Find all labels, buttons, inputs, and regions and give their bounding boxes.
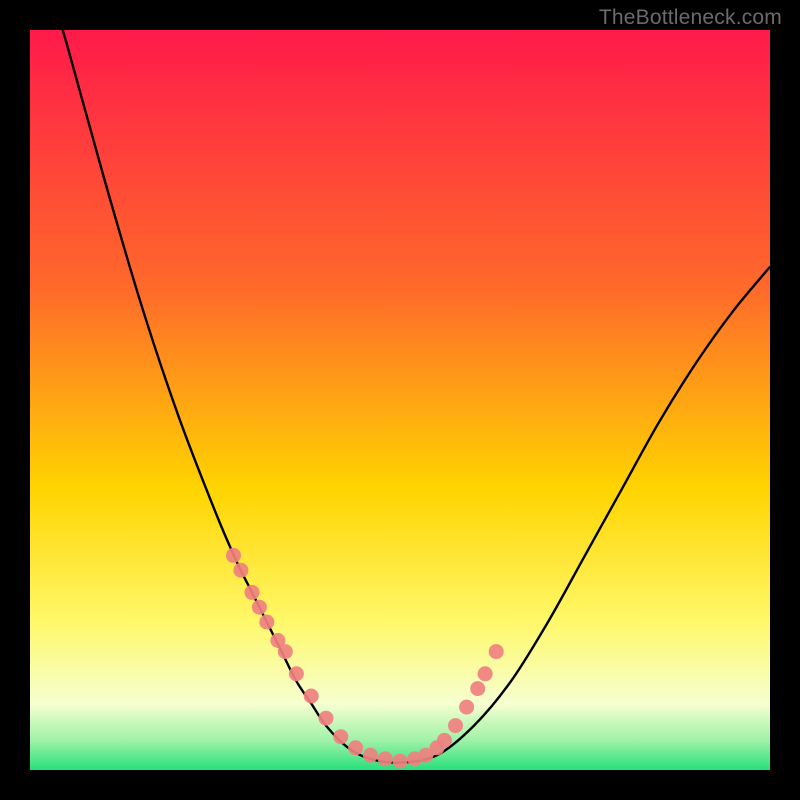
highlight-dot bbox=[259, 615, 274, 630]
highlight-dot bbox=[319, 711, 334, 726]
watermark-text: TheBottleneck.com bbox=[599, 6, 782, 30]
highlight-dot bbox=[448, 718, 463, 733]
highlight-dot bbox=[437, 733, 452, 748]
highlight-dot bbox=[393, 754, 408, 769]
highlight-dot bbox=[459, 700, 474, 715]
highlight-dot bbox=[348, 740, 363, 755]
highlight-dot bbox=[378, 751, 393, 766]
highlight-dot bbox=[489, 644, 504, 659]
highlight-dot bbox=[333, 729, 348, 744]
highlight-dot bbox=[478, 666, 493, 681]
chart-frame: TheBottleneck.com bbox=[0, 0, 800, 800]
highlight-dot bbox=[470, 681, 485, 696]
curve-layer bbox=[30, 30, 770, 770]
bottleneck-curve bbox=[30, 30, 770, 763]
highlight-dot bbox=[363, 748, 378, 763]
highlight-dot bbox=[304, 689, 319, 704]
plot-area bbox=[30, 30, 770, 770]
highlight-dot bbox=[226, 548, 241, 563]
highlight-dot bbox=[245, 585, 260, 600]
highlight-dot bbox=[252, 600, 267, 615]
highlight-dot bbox=[233, 563, 248, 578]
highlight-dot bbox=[278, 644, 293, 659]
highlight-dot bbox=[289, 666, 304, 681]
